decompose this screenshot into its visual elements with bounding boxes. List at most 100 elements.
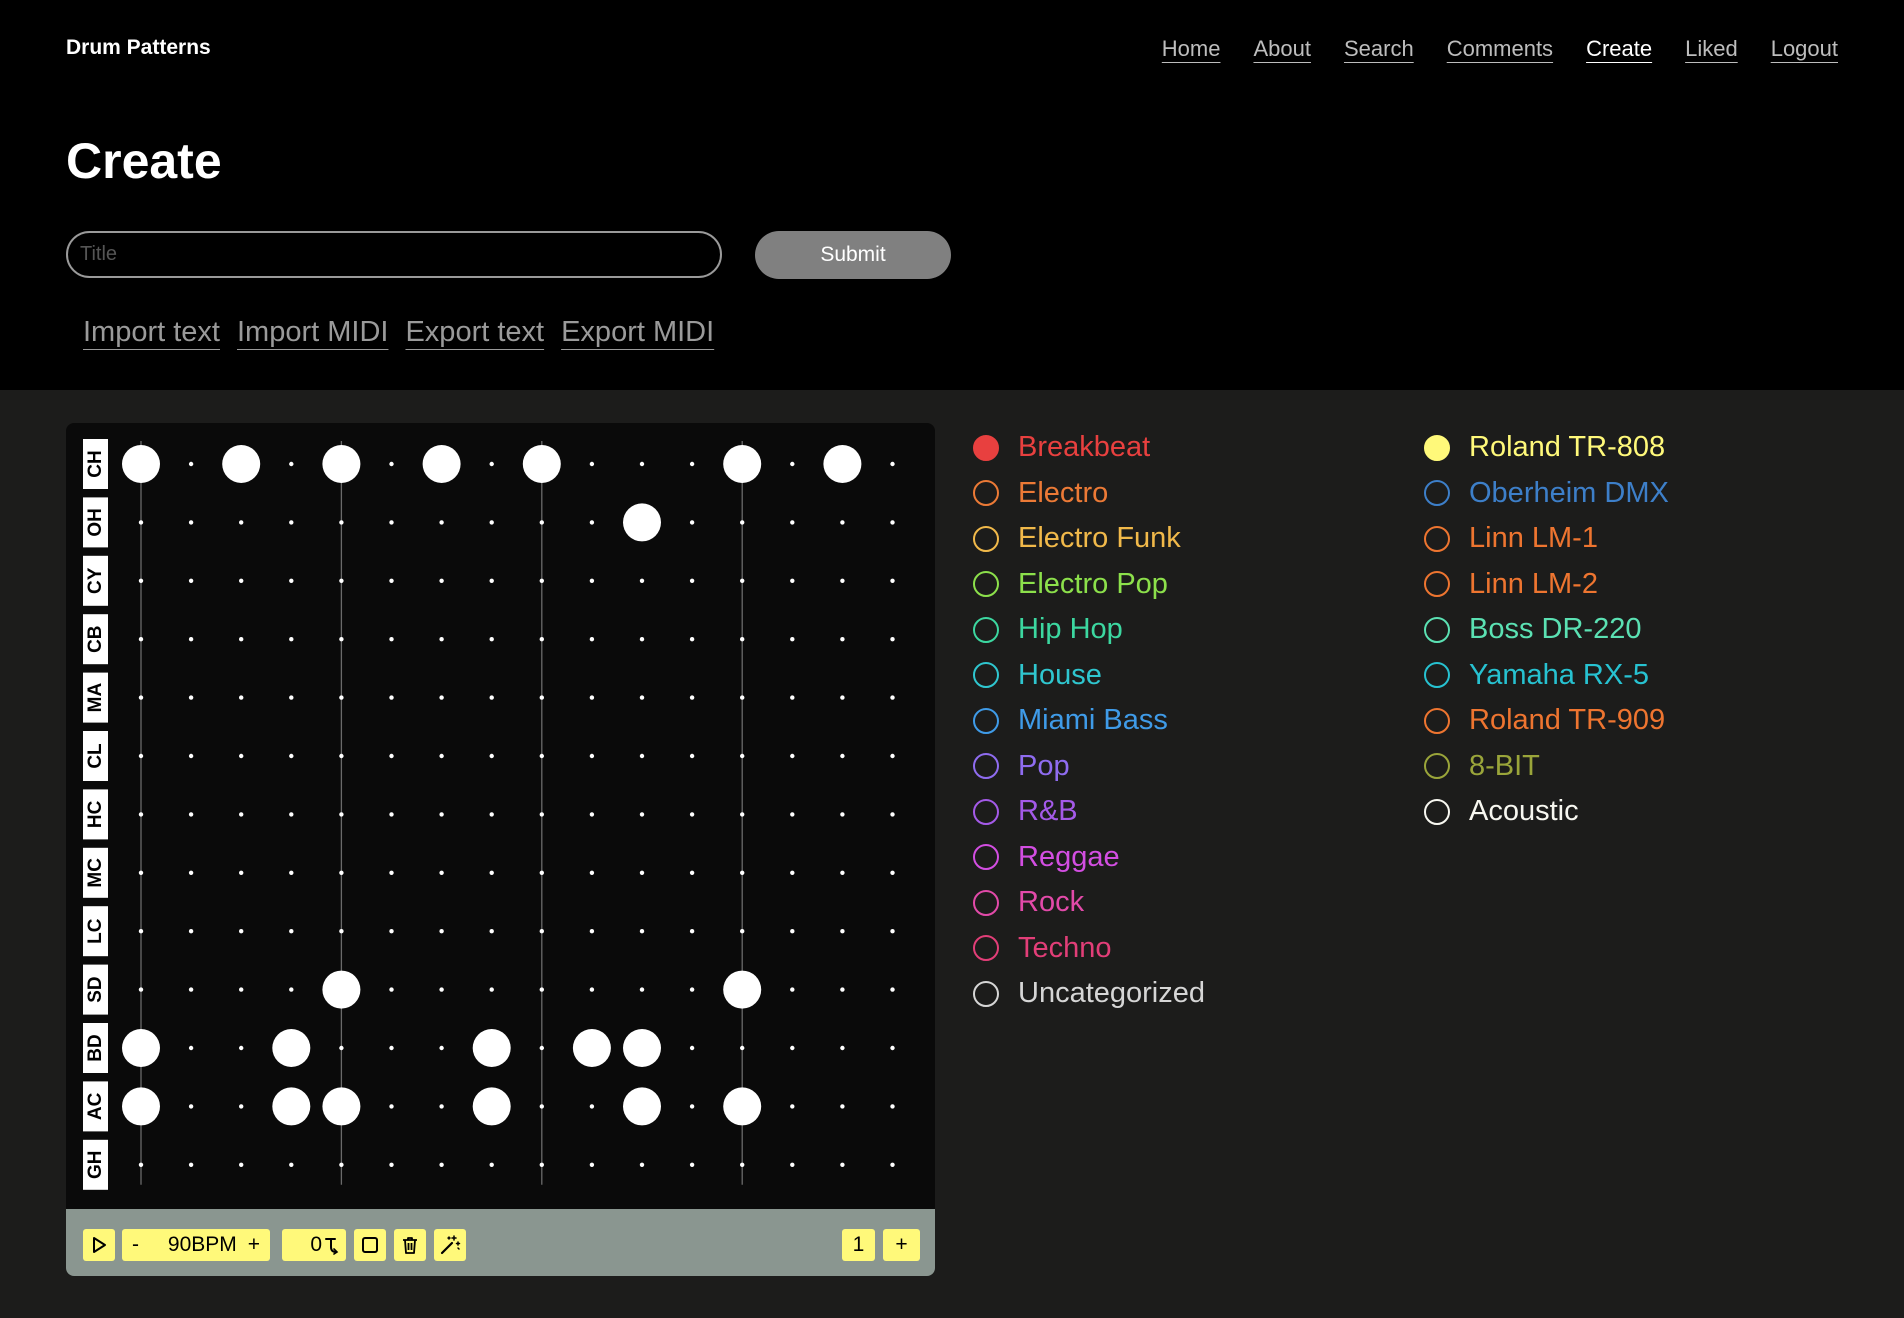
step-empty[interactable] bbox=[289, 520, 294, 525]
step-empty[interactable] bbox=[188, 461, 194, 467]
step-empty[interactable] bbox=[589, 1104, 595, 1109]
step-empty[interactable] bbox=[539, 695, 544, 700]
step-empty[interactable] bbox=[389, 520, 394, 525]
bpm-increase-button[interactable]: + bbox=[248, 1233, 260, 1257]
nav-create[interactable]: Create bbox=[1586, 36, 1652, 62]
category-linn-lm-2[interactable]: Linn LM-2 bbox=[1424, 562, 1669, 608]
step-empty[interactable] bbox=[489, 695, 494, 700]
step-empty[interactable] bbox=[890, 753, 895, 759]
step-empty[interactable] bbox=[239, 1045, 244, 1051]
track-label-sd[interactable]: SD bbox=[83, 964, 108, 1015]
step-empty[interactable] bbox=[790, 637, 795, 642]
track-label-hc[interactable]: HC bbox=[83, 789, 108, 840]
category-reggae[interactable]: Reggae bbox=[973, 835, 1205, 881]
category-house[interactable]: House bbox=[973, 653, 1205, 699]
step-empty[interactable] bbox=[138, 1162, 144, 1167]
step-empty[interactable] bbox=[188, 520, 194, 525]
step-empty[interactable] bbox=[840, 1045, 845, 1051]
step-hit[interactable] bbox=[823, 445, 862, 483]
step-empty[interactable] bbox=[589, 812, 595, 817]
step-empty[interactable] bbox=[790, 870, 795, 875]
step-empty[interactable] bbox=[239, 753, 244, 759]
track-label-bd[interactable]: BD bbox=[83, 1023, 108, 1073]
step-hit[interactable] bbox=[222, 445, 261, 483]
step-hit[interactable] bbox=[522, 445, 561, 483]
step-empty[interactable] bbox=[489, 520, 494, 525]
step-empty[interactable] bbox=[289, 753, 294, 759]
step-empty[interactable] bbox=[840, 1104, 845, 1109]
step-empty[interactable] bbox=[840, 929, 845, 934]
category-r-b[interactable]: R&B bbox=[973, 789, 1205, 835]
step-empty[interactable] bbox=[539, 812, 544, 817]
step-empty[interactable] bbox=[589, 753, 595, 759]
step-empty[interactable] bbox=[539, 987, 544, 992]
category-boss-dr-220[interactable]: Boss DR-220 bbox=[1424, 607, 1669, 653]
step-empty[interactable] bbox=[289, 1162, 294, 1167]
category-8-bit[interactable]: 8-BIT bbox=[1424, 744, 1669, 790]
step-hit[interactable] bbox=[572, 1029, 611, 1067]
step-hit[interactable] bbox=[322, 1087, 361, 1126]
brand-logo[interactable]: Drum Patterns bbox=[66, 36, 211, 60]
nav-about[interactable]: About bbox=[1253, 36, 1311, 62]
step-empty[interactable] bbox=[339, 637, 344, 642]
category-miami-bass[interactable]: Miami Bass bbox=[973, 698, 1205, 744]
category-breakbeat[interactable]: Breakbeat bbox=[973, 425, 1205, 471]
step-empty[interactable] bbox=[639, 987, 645, 992]
step-empty[interactable] bbox=[890, 695, 895, 700]
step-empty[interactable] bbox=[389, 929, 394, 934]
play-button[interactable] bbox=[83, 1229, 115, 1261]
step-empty[interactable] bbox=[389, 753, 394, 759]
export-text-link[interactable]: Export text bbox=[405, 316, 544, 349]
step-empty[interactable] bbox=[539, 637, 544, 642]
step-empty[interactable] bbox=[539, 870, 544, 875]
step-empty[interactable] bbox=[239, 578, 244, 583]
clear-button[interactable] bbox=[394, 1229, 426, 1261]
category-acoustic[interactable]: Acoustic bbox=[1424, 789, 1669, 835]
step-empty[interactable] bbox=[639, 695, 645, 700]
step-empty[interactable] bbox=[689, 870, 695, 875]
step-empty[interactable] bbox=[539, 1162, 544, 1167]
randomize-button[interactable] bbox=[434, 1229, 466, 1261]
step-empty[interactable] bbox=[589, 461, 595, 467]
step-empty[interactable] bbox=[188, 637, 194, 642]
step-empty[interactable] bbox=[439, 870, 444, 875]
step-empty[interactable] bbox=[840, 870, 845, 875]
step-empty[interactable] bbox=[890, 812, 895, 817]
step-empty[interactable] bbox=[389, 1045, 394, 1051]
step-empty[interactable] bbox=[740, 1162, 745, 1167]
step-empty[interactable] bbox=[289, 637, 294, 642]
step-empty[interactable] bbox=[389, 1104, 394, 1109]
step-hit[interactable] bbox=[322, 970, 361, 1009]
step-empty[interactable] bbox=[389, 812, 394, 817]
category-rock[interactable]: Rock bbox=[973, 880, 1205, 926]
nav-logout[interactable]: Logout bbox=[1771, 36, 1838, 62]
step-empty[interactable] bbox=[489, 1162, 494, 1167]
step-empty[interactable] bbox=[389, 578, 394, 583]
category-roland-tr-808[interactable]: Roland TR-808 bbox=[1424, 425, 1669, 471]
step-empty[interactable] bbox=[740, 578, 745, 583]
category-electro[interactable]: Electro bbox=[973, 471, 1205, 517]
step-empty[interactable] bbox=[589, 520, 595, 525]
step-empty[interactable] bbox=[790, 461, 795, 467]
step-empty[interactable] bbox=[689, 929, 695, 934]
step-empty[interactable] bbox=[239, 1162, 244, 1167]
step-empty[interactable] bbox=[790, 812, 795, 817]
step-empty[interactable] bbox=[890, 1045, 895, 1051]
step-empty[interactable] bbox=[790, 929, 795, 934]
step-empty[interactable] bbox=[489, 637, 494, 642]
track-label-gh[interactable]: GH bbox=[83, 1139, 108, 1190]
step-empty[interactable] bbox=[790, 1162, 795, 1167]
step-empty[interactable] bbox=[289, 461, 294, 467]
step-empty[interactable] bbox=[639, 1162, 645, 1167]
step-empty[interactable] bbox=[639, 870, 645, 875]
step-empty[interactable] bbox=[589, 870, 595, 875]
step-empty[interactable] bbox=[239, 812, 244, 817]
step-empty[interactable] bbox=[589, 637, 595, 642]
step-empty[interactable] bbox=[890, 520, 895, 525]
step-empty[interactable] bbox=[439, 520, 444, 525]
add-bar-button[interactable]: + bbox=[883, 1229, 920, 1261]
category-electro-funk[interactable]: Electro Funk bbox=[973, 516, 1205, 562]
step-empty[interactable] bbox=[890, 637, 895, 642]
track-label-cl[interactable]: CL bbox=[83, 731, 108, 781]
step-empty[interactable] bbox=[339, 1162, 344, 1167]
